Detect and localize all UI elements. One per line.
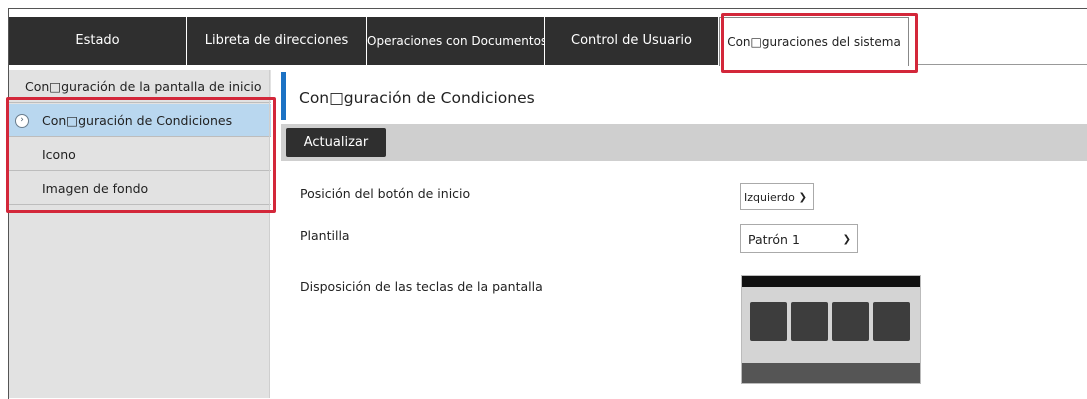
template-select[interactable]: Patrón 1 ❯ [740,224,858,253]
tab-control-usuario[interactable]: Control de Usuario [545,17,719,65]
preview-footer-bar [742,363,920,383]
select-value: Izquierdo [744,191,795,204]
preview-key [873,302,910,341]
select-value: Patrón 1 [748,232,800,247]
key-layout-label: Disposición de las teclas de la pantalla [300,279,543,294]
preview-key [791,302,828,341]
chevron-down-icon: ❯ [842,234,851,245]
page-title-bar: Con□guración de Condiciones [281,72,1087,120]
tab-operaciones-documentos[interactable]: Operaciones con Documentos [367,17,545,65]
tab-libreta-direcciones[interactable]: Libreta de direcciones [187,17,367,65]
preview-header-bar [742,276,920,287]
title-accent-bar [281,72,286,120]
chevron-down-icon: ❯ [798,192,807,203]
template-label: Plantilla [300,228,350,243]
preview-key [832,302,869,341]
tab-estado[interactable]: Estado [9,17,187,65]
sidebar-highlight-box [6,97,276,213]
update-button[interactable]: Actualizar [286,128,386,157]
home-button-position-label: Posición del botón de inicio [300,186,471,201]
page-title: Con□guración de Condiciones [299,89,535,107]
toolbar: Actualizar [281,124,1087,161]
home-button-position-select[interactable]: Izquierdo ❯ [740,183,814,210]
tab-baseline [918,64,1087,65]
key-layout-preview [741,275,921,384]
tab-highlight-box [721,13,918,73]
preview-key [750,302,787,341]
